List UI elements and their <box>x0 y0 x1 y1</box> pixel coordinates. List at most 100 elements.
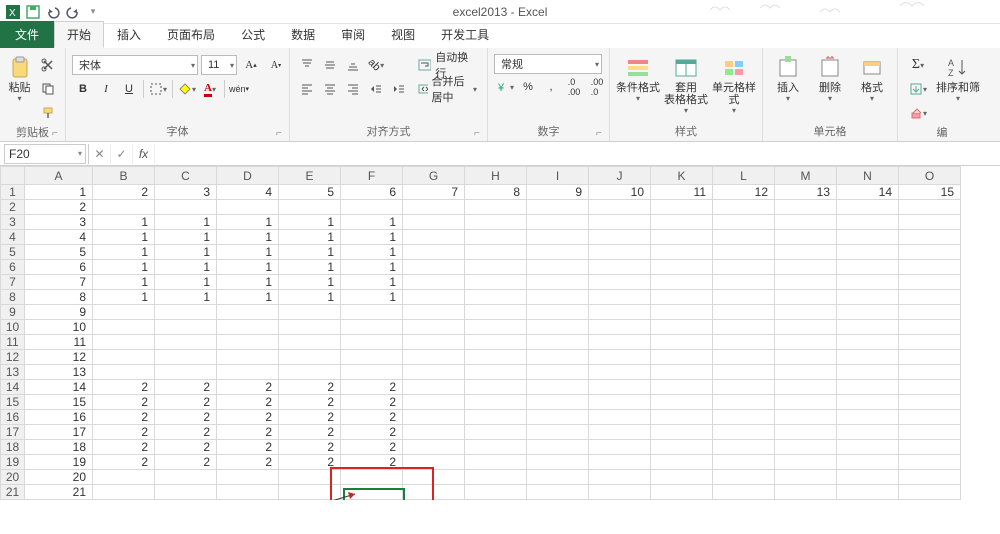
cell-B11[interactable] <box>93 335 155 350</box>
cell-G3[interactable] <box>403 215 465 230</box>
column-header-A[interactable]: A <box>25 167 93 185</box>
column-header-F[interactable]: F <box>341 167 403 185</box>
cell-I8[interactable] <box>527 290 589 305</box>
cell-D3[interactable]: 1 <box>217 215 279 230</box>
insert-cells-button[interactable]: 插入▾ <box>769 54 807 120</box>
cell-E10[interactable] <box>279 320 341 335</box>
cell-K20[interactable] <box>651 470 713 485</box>
cell-L5[interactable] <box>713 245 775 260</box>
cell-H1[interactable]: 8 <box>465 185 527 200</box>
cell-M12[interactable] <box>775 350 837 365</box>
align-center-button[interactable] <box>319 78 341 100</box>
cell-E7[interactable]: 1 <box>279 275 341 290</box>
cell-L1[interactable]: 12 <box>713 185 775 200</box>
cell-K12[interactable] <box>651 350 713 365</box>
cell-B10[interactable] <box>93 320 155 335</box>
row-header-12[interactable]: 12 <box>1 350 25 365</box>
cell-A8[interactable]: 8 <box>25 290 93 305</box>
cell-I16[interactable] <box>527 410 589 425</box>
cell-F2[interactable] <box>341 200 403 215</box>
cell-H2[interactable] <box>465 200 527 215</box>
row-header-17[interactable]: 17 <box>1 425 25 440</box>
cell-I9[interactable] <box>527 305 589 320</box>
tab-developer[interactable]: 开发工具 <box>428 21 502 48</box>
cell-N2[interactable] <box>837 200 899 215</box>
cell-K11[interactable] <box>651 335 713 350</box>
cell-I12[interactable] <box>527 350 589 365</box>
row-header-14[interactable]: 14 <box>1 380 25 395</box>
cell-F12[interactable] <box>341 350 403 365</box>
cell-M19[interactable] <box>775 455 837 470</box>
cell-H12[interactable] <box>465 350 527 365</box>
cell-J16[interactable] <box>589 410 651 425</box>
cell-D16[interactable]: 2 <box>217 410 279 425</box>
copy-button[interactable] <box>37 78 59 100</box>
paste-button[interactable]: 粘贴 ▾ <box>6 54 33 120</box>
cell-D13[interactable] <box>217 365 279 380</box>
cell-H6[interactable] <box>465 260 527 275</box>
cell-B15[interactable]: 2 <box>93 395 155 410</box>
cell-I13[interactable] <box>527 365 589 380</box>
cell-N4[interactable] <box>837 230 899 245</box>
cell-L6[interactable] <box>713 260 775 275</box>
italic-button[interactable]: I <box>95 78 117 100</box>
cell-M7[interactable] <box>775 275 837 290</box>
align-middle-button[interactable] <box>319 54 341 76</box>
cell-E8[interactable]: 1 <box>279 290 341 305</box>
cell-B18[interactable]: 2 <box>93 440 155 455</box>
cell-C5[interactable]: 1 <box>155 245 217 260</box>
column-header-H[interactable]: H <box>465 167 527 185</box>
sort-filter-button[interactable]: AZ排序和筛▾ <box>936 54 980 120</box>
cell-M4[interactable] <box>775 230 837 245</box>
cell-O1[interactable]: 15 <box>899 185 961 200</box>
cell-M20[interactable] <box>775 470 837 485</box>
cell-L4[interactable] <box>713 230 775 245</box>
merge-center-button[interactable]: 合并后居中▾ <box>414 78 481 100</box>
cell-G18[interactable] <box>403 440 465 455</box>
cell-L13[interactable] <box>713 365 775 380</box>
cell-H5[interactable] <box>465 245 527 260</box>
cell-C10[interactable] <box>155 320 217 335</box>
cell-I6[interactable] <box>527 260 589 275</box>
cell-F17[interactable]: 2 <box>341 425 403 440</box>
cell-K21[interactable] <box>651 485 713 500</box>
cell-M13[interactable] <box>775 365 837 380</box>
row-header-7[interactable]: 7 <box>1 275 25 290</box>
column-header-C[interactable]: C <box>155 167 217 185</box>
row-header-21[interactable]: 21 <box>1 485 25 500</box>
cell-G9[interactable] <box>403 305 465 320</box>
format-painter-button[interactable] <box>37 102 59 124</box>
cell-G4[interactable] <box>403 230 465 245</box>
cell-B16[interactable]: 2 <box>93 410 155 425</box>
cell-A12[interactable]: 12 <box>25 350 93 365</box>
cell-O5[interactable] <box>899 245 961 260</box>
qat-customize-icon[interactable]: ▾ <box>84 3 102 21</box>
cell-B1[interactable]: 2 <box>93 185 155 200</box>
column-header-M[interactable]: M <box>775 167 837 185</box>
cell-O2[interactable] <box>899 200 961 215</box>
cell-E14[interactable]: 2 <box>279 380 341 395</box>
formula-input[interactable] <box>155 144 1000 164</box>
cell-A15[interactable]: 15 <box>25 395 93 410</box>
cell-D17[interactable]: 2 <box>217 425 279 440</box>
cell-H14[interactable] <box>465 380 527 395</box>
cell-E16[interactable]: 2 <box>279 410 341 425</box>
cell-O6[interactable] <box>899 260 961 275</box>
cell-A9[interactable]: 9 <box>25 305 93 320</box>
row-header-8[interactable]: 8 <box>1 290 25 305</box>
cell-O13[interactable] <box>899 365 961 380</box>
cell-C7[interactable]: 1 <box>155 275 217 290</box>
cell-D21[interactable] <box>217 485 279 500</box>
cell-B20[interactable] <box>93 470 155 485</box>
select-all-corner[interactable] <box>1 167 25 185</box>
column-header-D[interactable]: D <box>217 167 279 185</box>
cell-E2[interactable] <box>279 200 341 215</box>
cell-I15[interactable] <box>527 395 589 410</box>
cell-G15[interactable] <box>403 395 465 410</box>
cell-A11[interactable]: 11 <box>25 335 93 350</box>
accounting-format-button[interactable]: ¥▾ <box>494 76 516 98</box>
cell-K3[interactable] <box>651 215 713 230</box>
tab-page-layout[interactable]: 页面布局 <box>154 21 228 48</box>
cell-O16[interactable] <box>899 410 961 425</box>
cell-M11[interactable] <box>775 335 837 350</box>
